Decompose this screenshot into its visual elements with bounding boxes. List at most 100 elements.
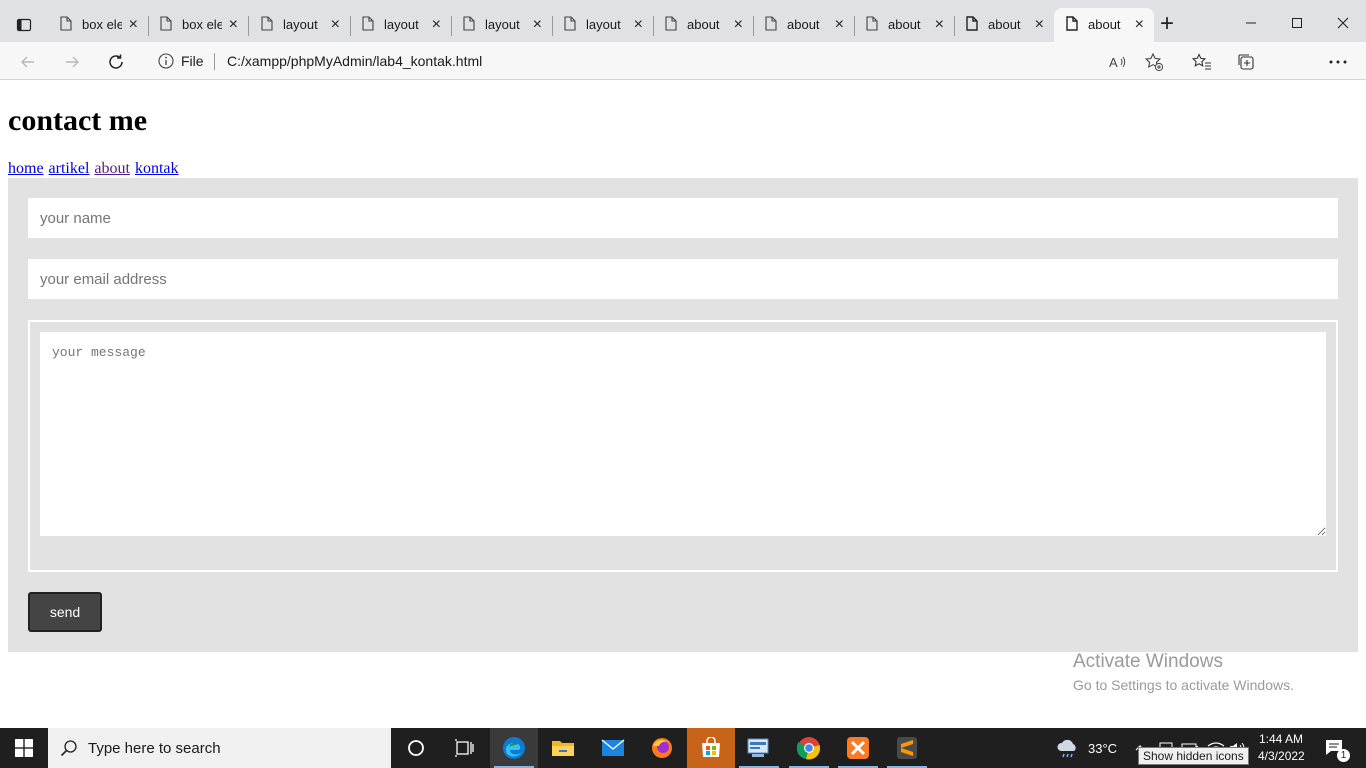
message-textarea[interactable] (40, 332, 1326, 536)
tab-title: about (988, 17, 1021, 32)
tab-title: box ele (182, 17, 222, 32)
message-fieldset (28, 320, 1338, 572)
close-icon[interactable]: × (432, 17, 441, 33)
document-icon (261, 16, 273, 34)
activate-windows-watermark: Activate Windows Go to Settings to activ… (1073, 651, 1294, 693)
refresh-icon[interactable] (102, 48, 130, 76)
maximize-icon[interactable] (1274, 8, 1320, 38)
control-panel-icon[interactable] (735, 728, 783, 768)
tab-title: about (787, 17, 820, 32)
browser-tab[interactable]: box ele × (48, 8, 149, 42)
tab-actions-icon[interactable] (10, 11, 38, 39)
search-icon (60, 739, 78, 761)
url-divider (214, 53, 215, 70)
browser-tab[interactable]: layout × (350, 8, 452, 42)
browser-tab[interactable]: about × (653, 8, 754, 42)
tab-title: layout (283, 17, 318, 32)
cortana-icon[interactable] (392, 728, 440, 768)
url-scheme-label: File (181, 53, 204, 69)
sublime-text-icon[interactable] (883, 728, 931, 768)
tab-title: layout (384, 17, 419, 32)
edge-icon[interactable] (490, 728, 538, 768)
browser-tab[interactable]: about × (954, 8, 1054, 42)
store-icon[interactable] (687, 728, 735, 768)
nav-link-about[interactable]: about (94, 160, 130, 177)
window-close-icon[interactable] (1320, 8, 1366, 38)
tab-title: layout (485, 17, 520, 32)
taskbar-search[interactable]: Type here to search (48, 728, 391, 768)
document-icon (966, 16, 978, 34)
close-icon[interactable]: × (634, 17, 643, 33)
address-toolbar: File C:/xampp/phpMyAdmin/lab4_kontak.htm… (0, 42, 1366, 114)
windows-start-icon[interactable] (0, 728, 48, 768)
close-icon[interactable]: × (129, 17, 138, 33)
web-page: contact me home artikel about kontak sen… (0, 80, 1366, 728)
weather-icon[interactable] (1056, 728, 1080, 768)
search-placeholder: Type here to search (88, 740, 221, 757)
browser-tab[interactable]: box ele × (148, 8, 249, 42)
browser-tab-bar: box ele × box ele × layout × layout × la… (0, 0, 1366, 42)
info-icon[interactable] (158, 53, 174, 72)
document-icon (765, 16, 777, 34)
forward-icon[interactable] (58, 48, 86, 76)
document-icon (564, 16, 576, 34)
xampp-icon[interactable] (834, 728, 882, 768)
document-icon (463, 16, 475, 34)
site-nav: home artikel about kontak (8, 160, 180, 178)
browser-tab-active[interactable]: about × (1054, 8, 1154, 42)
document-icon (362, 16, 374, 34)
tab-title: about (888, 17, 921, 32)
address-field[interactable]: File C:/xampp/phpMyAdmin/lab4_kontak.htm… (146, 46, 1176, 76)
document-icon (1066, 16, 1078, 34)
close-icon[interactable]: × (1135, 17, 1144, 33)
close-icon[interactable]: × (533, 17, 542, 33)
close-icon[interactable]: × (835, 17, 844, 33)
contact-form: send (8, 178, 1358, 652)
tab-title: layout (586, 17, 621, 32)
nav-link-kontak[interactable]: kontak (135, 160, 179, 177)
clock-time[interactable]: 1:44 AM (1259, 732, 1303, 746)
back-icon[interactable] (14, 48, 42, 76)
nav-link-home[interactable]: home (8, 160, 44, 177)
url-text[interactable]: C:/xampp/phpMyAdmin/lab4_kontak.html (227, 53, 482, 69)
collections-icon[interactable] (1233, 49, 1259, 75)
chrome-icon[interactable] (785, 728, 833, 768)
close-icon[interactable]: × (734, 17, 743, 33)
notification-icon[interactable]: 1 (1318, 728, 1354, 768)
new-tab-button[interactable]: + (1160, 12, 1174, 36)
close-icon[interactable]: × (1035, 17, 1044, 33)
close-icon[interactable]: × (331, 17, 340, 33)
file-explorer-icon[interactable] (539, 728, 587, 768)
watermark-subtitle: Go to Settings to activate Windows. (1073, 677, 1294, 693)
email-input[interactable] (28, 259, 1338, 299)
send-button[interactable]: send (28, 592, 102, 632)
show-hidden-icons-tooltip: Show hidden icons (1138, 747, 1249, 765)
document-icon (665, 16, 677, 34)
close-icon[interactable]: × (935, 17, 944, 33)
close-icon[interactable]: × (229, 17, 238, 33)
favorites-icon[interactable] (1189, 49, 1215, 75)
page-title: contact me (8, 104, 148, 137)
weather-temperature[interactable]: 33°C (1088, 741, 1117, 756)
watermark-title: Activate Windows (1073, 651, 1223, 672)
minimize-icon[interactable] (1228, 8, 1274, 38)
clock-date[interactable]: 4/3/2022 (1258, 749, 1305, 763)
add-favorite-icon[interactable] (1143, 51, 1165, 73)
tab-title: box ele (82, 17, 122, 32)
browser-tab[interactable]: about × (753, 8, 855, 42)
browser-tab[interactable]: about × (854, 8, 955, 42)
svg-text:A: A (1109, 55, 1118, 70)
browser-tab[interactable]: layout × (552, 8, 654, 42)
nav-link-artikel[interactable]: artikel (49, 160, 90, 177)
more-options-icon[interactable] (1325, 49, 1351, 75)
mail-icon[interactable] (589, 728, 637, 768)
tab-title: about (1088, 17, 1121, 32)
name-input[interactable] (28, 198, 1338, 238)
task-view-icon[interactable] (440, 728, 488, 768)
browser-tab[interactable]: layout × (451, 8, 553, 42)
read-aloud-icon[interactable]: A (1107, 51, 1129, 73)
document-icon (160, 16, 172, 34)
firefox-icon[interactable] (638, 728, 686, 768)
browser-tab[interactable]: layout × (249, 8, 351, 42)
tab-title: about (687, 17, 720, 32)
